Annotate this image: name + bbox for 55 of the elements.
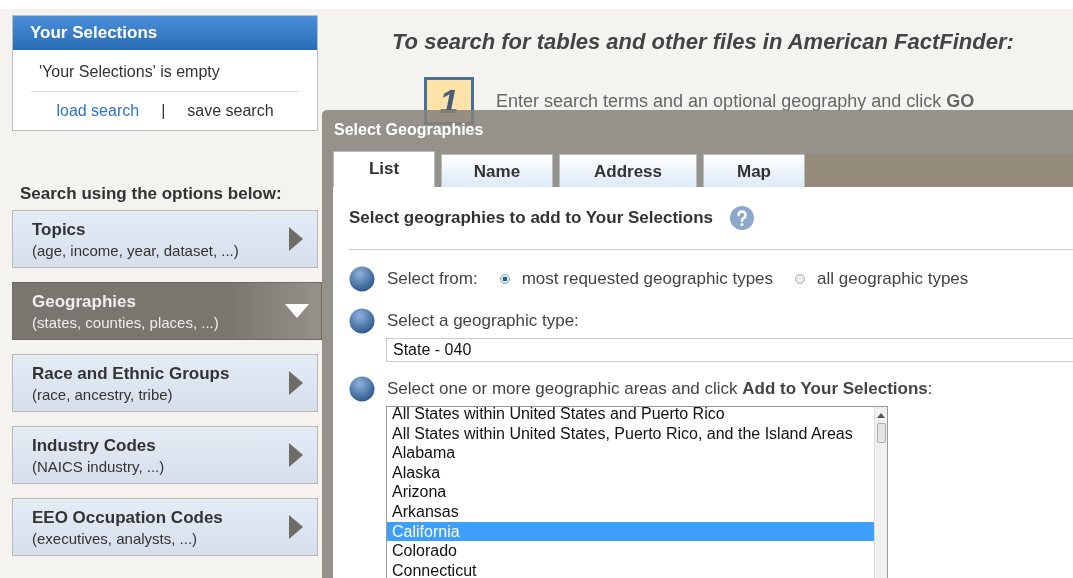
search-option[interactable]: Race and Ethnic Groups (race, ancestry, tribe) <box>12 354 318 412</box>
option-subtitle: (age, income, year, dataset, ...) <box>32 241 239 259</box>
radio-label[interactable]: most requested geographic types <box>521 269 774 289</box>
list-option[interactable]: Arkansas <box>387 501 874 522</box>
radio-label[interactable]: all geographic types <box>817 269 969 289</box>
step-bullet-icon <box>349 266 375 292</box>
caret-right-icon <box>289 227 303 251</box>
option-title: Topics <box>32 219 87 240</box>
search-option[interactable]: Topics (age, income, year, dataset, ...) <box>12 210 318 268</box>
step-bullet-icon <box>349 308 375 334</box>
scrollbar[interactable] <box>874 407 887 578</box>
option-title: Geographies <box>32 291 137 312</box>
panel-title: Your Selections <box>13 16 317 50</box>
tab[interactable]: List <box>333 151 435 187</box>
radio-button[interactable] <box>499 274 510 284</box>
help-icon[interactable] <box>729 205 755 231</box>
radio-button[interactable] <box>795 274 806 284</box>
option-title: EEO Occupation Codes <box>32 507 223 528</box>
list-option[interactable]: Arizona <box>387 482 874 502</box>
caret-right-icon <box>289 371 303 395</box>
list-option[interactable]: All States within United States, Puerto Rico, and the Island Areas <box>387 423 874 444</box>
dialog-heading: Select geographies to add to Your Selections <box>349 208 713 228</box>
search-option[interactable]: Geographies (states, counties, places, ...) <box>12 282 322 340</box>
list-option[interactable]: Alabama <box>387 443 874 463</box>
option-subtitle: (NAICS industry, ...) <box>32 457 165 475</box>
list-option[interactable]: Colorado <box>387 541 874 561</box>
list-option[interactable]: All States within United States and Puerto Rico <box>387 404 874 424</box>
step-label: Select a geographic type: <box>387 311 579 331</box>
caret-down-icon <box>285 304 309 318</box>
caret-right-icon <box>289 515 303 539</box>
option-title: Race and Ethnic Groups <box>32 363 230 384</box>
link-separator: | <box>161 102 166 120</box>
option-title: Industry Codes <box>32 435 157 456</box>
step-label: Select one or more geographic areas and click Add to Your Selections: <box>387 379 933 399</box>
step-label: Select from: <box>387 269 478 289</box>
caret-right-icon <box>289 443 303 467</box>
step-text: Enter search terms and an optional geography and click GO <box>496 90 975 112</box>
option-subtitle: (states, counties, places, ...) <box>32 313 219 331</box>
list-option[interactable]: Alaska <box>387 462 874 483</box>
load-search-link[interactable]: load search <box>56 102 140 120</box>
list-option[interactable]: Connecticut <box>387 560 874 578</box>
intro-heading: To search for tables and other files in American FactFinder: <box>392 29 1015 55</box>
tab[interactable]: Address <box>559 154 697 187</box>
tab[interactable]: Map <box>703 154 805 187</box>
option-subtitle: (executives, analysts, ...) <box>32 529 199 547</box>
search-option[interactable]: Industry Codes (NAICS industry, ...) <box>12 426 318 484</box>
scroll-up-icon[interactable] <box>877 413 885 418</box>
step-bullet-icon <box>349 376 375 402</box>
scroll-thumb[interactable] <box>876 423 886 443</box>
option-subtitle: (race, ancestry, tribe) <box>32 385 174 403</box>
tab[interactable]: Name <box>441 154 553 187</box>
search-option[interactable]: EEO Occupation Codes (executives, analysts, ...) <box>12 498 318 556</box>
geographic-type-dropdown[interactable]: State - 040 <box>386 338 1073 362</box>
options-heading: Search using the options below: <box>19 183 283 205</box>
empty-message: 'Your Selections' is empty <box>31 50 299 92</box>
